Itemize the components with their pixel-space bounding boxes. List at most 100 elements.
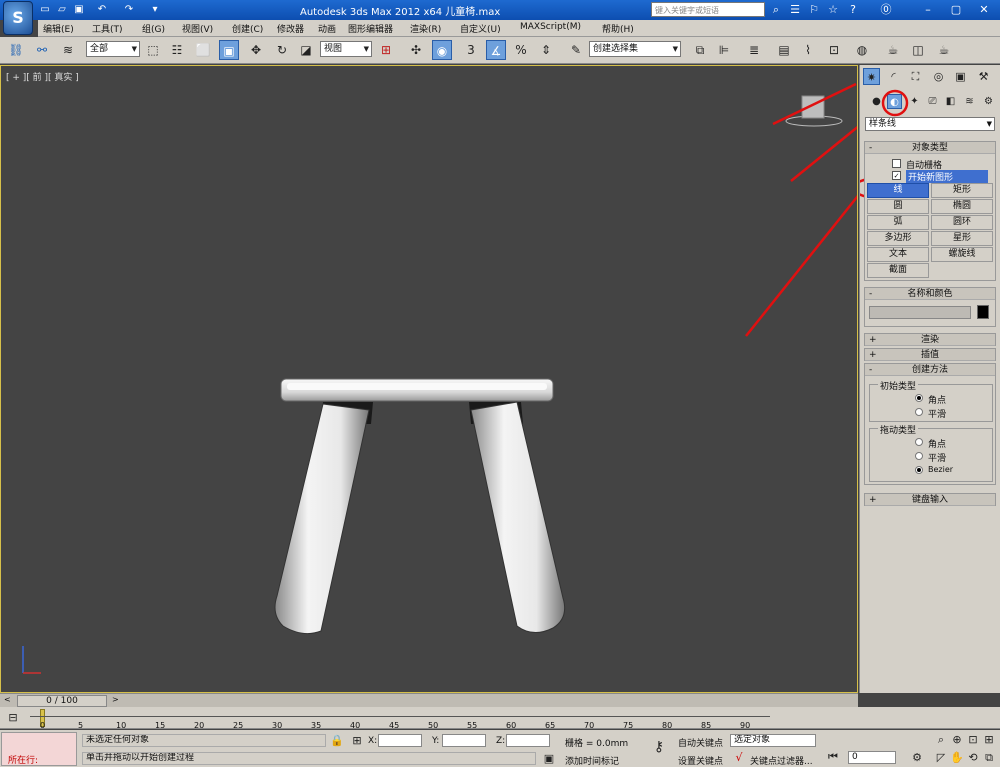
menu-edit[interactable]: 编辑(E) <box>43 22 74 35</box>
select-by-name-icon[interactable]: ☷ <box>167 40 187 60</box>
undo-icon[interactable]: ↶ <box>95 3 109 16</box>
autogrid-checkbox[interactable] <box>892 159 901 168</box>
named-selection-dropdown[interactable]: 创建选择集 <box>589 41 681 57</box>
layer-manager-icon[interactable]: ≣ <box>744 40 764 60</box>
set-key-button[interactable]: 设置关键点 <box>678 754 723 767</box>
interpolation-header[interactable]: + 插值 <box>865 349 995 361</box>
line-button[interactable]: 线 <box>867 183 929 198</box>
maximize-icon[interactable]: ▢ <box>948 2 964 17</box>
material-editor-icon[interactable]: ◍ <box>852 40 872 60</box>
zoom-icon[interactable]: ⌕ <box>934 733 948 747</box>
menu-tools[interactable]: 工具(T) <box>92 22 123 35</box>
schematic-view-icon[interactable]: ⊡ <box>824 40 844 60</box>
bind-space-warp-icon[interactable]: ≋ <box>58 40 78 60</box>
viewcube[interactable] <box>785 95 843 127</box>
pivot-center-icon[interactable]: ⊞ <box>376 40 396 60</box>
initial-corner-radio[interactable] <box>915 394 923 402</box>
circle-button[interactable]: 圆 <box>867 199 929 214</box>
render-production-icon[interactable]: ☕ <box>934 40 954 60</box>
communication-icon[interactable]: ⚐ <box>806 2 822 17</box>
time-tag-icon[interactable]: ▣ <box>542 752 556 766</box>
select-and-move-icon[interactable]: ✥ <box>246 40 266 60</box>
star-button[interactable]: 星形 <box>931 231 993 246</box>
graphite-ribbon-icon[interactable]: ▤ <box>774 40 794 60</box>
align-icon[interactable]: ⊫ <box>714 40 734 60</box>
new-file-icon[interactable]: ▭ <box>38 3 52 16</box>
field-of-view-icon[interactable]: ◸ <box>934 751 948 765</box>
menu-create[interactable]: 创建(C) <box>232 22 263 35</box>
creation-method-header[interactable]: - 创建方法 <box>865 364 995 376</box>
select-and-scale-icon[interactable]: ◪ <box>296 40 316 60</box>
shapes-icon[interactable]: ◐ <box>887 94 902 109</box>
orbit-icon[interactable]: ⟲ <box>966 751 980 765</box>
lights-icon[interactable]: ✦ <box>907 94 922 109</box>
window-crossing-icon[interactable]: ▣ <box>219 40 239 60</box>
spinner-snap-icon[interactable]: ⇕ <box>536 40 556 60</box>
menu-graph-editors[interactable]: 图形编辑器 <box>348 22 393 35</box>
add-time-tag[interactable]: 添加时间标记 <box>565 754 619 767</box>
angle-snap-icon[interactable]: ∡ <box>486 40 506 60</box>
zoom-extents-all-icon[interactable]: ⊞ <box>982 733 996 747</box>
pan-view-icon[interactable]: ✋ <box>950 751 964 765</box>
zoom-extents-icon[interactable]: ⊡ <box>966 733 980 747</box>
rectangle-button[interactable]: 矩形 <box>931 183 993 198</box>
object-type-header[interactable]: - 对象类型 <box>865 142 995 154</box>
menu-maxscript[interactable]: MAXScript(M) <box>520 22 581 32</box>
menu-customize[interactable]: 自定义(U) <box>460 22 501 35</box>
helix-button[interactable]: 螺旋线 <box>931 247 993 262</box>
menu-animation[interactable]: 动画 <box>318 22 336 35</box>
search-icon[interactable]: ⌕ <box>768 2 784 17</box>
snaps-toggle-icon[interactable]: 3 <box>461 40 481 60</box>
x-coordinate-field[interactable] <box>378 734 422 747</box>
select-object-icon[interactable]: ⬚ <box>143 40 163 60</box>
minimize-icon[interactable]: – <box>920 2 936 17</box>
initial-smooth-radio[interactable] <box>915 408 923 416</box>
favorites-icon[interactable]: ☆ <box>825 2 841 17</box>
modify-tab-icon[interactable]: ◜ <box>885 68 902 85</box>
unlink-icon[interactable]: ⚯ <box>32 40 52 60</box>
subscription-icon[interactable]: ☰ <box>787 2 803 17</box>
space-warps-icon[interactable]: ≋ <box>962 94 977 109</box>
menu-group[interactable]: 组(G) <box>142 22 165 35</box>
select-and-manipulate-icon[interactable]: ✣ <box>406 40 426 60</box>
mirror-icon[interactable]: ⧉ <box>690 40 710 60</box>
section-button[interactable]: 截面 <box>867 263 929 278</box>
set-key-icon[interactable]: ⚷ <box>648 740 670 754</box>
ngon-button[interactable]: 多边形 <box>867 231 929 246</box>
maxscript-listener[interactable]: 所在行: <box>1 732 77 766</box>
reference-coordinate-dropdown[interactable]: 视图 <box>320 41 372 57</box>
redo-icon[interactable]: ↷ <box>122 3 136 16</box>
help-icon[interactable]: ? <box>845 2 861 17</box>
rendered-frame-window-icon[interactable]: ◫ <box>908 40 928 60</box>
time-slider-next-icon[interactable]: > <box>112 695 119 704</box>
hierarchy-tab-icon[interactable]: ⛶ <box>907 68 924 85</box>
rendering-rollout[interactable]: + 渲染 <box>864 333 996 346</box>
mini-curve-editor-icon[interactable]: ⊟ <box>6 711 20 725</box>
curve-editor-icon[interactable]: ⌇ <box>798 40 818 60</box>
z-coordinate-field[interactable] <box>506 734 550 747</box>
start-new-shape-label[interactable]: 开始新图形 <box>906 170 988 183</box>
selection-filter-dropdown[interactable]: 全部 <box>86 41 140 57</box>
interpolation-rollout[interactable]: + 插值 <box>864 348 996 361</box>
drag-corner-radio[interactable] <box>915 438 923 446</box>
arc-button[interactable]: 弧 <box>867 215 929 230</box>
keyboard-entry-header[interactable]: + 键盘输入 <box>865 494 995 506</box>
ellipse-button[interactable]: 椭圆 <box>931 199 993 214</box>
rectangular-selection-icon[interactable]: ⬜ <box>193 40 213 60</box>
display-tab-icon[interactable]: ▣ <box>952 68 969 85</box>
save-file-icon[interactable]: ▣ <box>72 3 86 16</box>
stool-model[interactable] <box>274 378 566 635</box>
auto-key-button[interactable]: 自动关键点 <box>678 736 723 749</box>
motion-tab-icon[interactable]: ◎ <box>930 68 947 85</box>
key-filters-button[interactable]: 关键点过滤器... <box>750 754 813 767</box>
keyboard-entry-rollout[interactable]: + 键盘输入 <box>864 493 996 506</box>
drag-smooth-radio[interactable] <box>915 452 923 460</box>
go-to-start-icon[interactable]: ⏮ <box>826 750 840 764</box>
zoom-all-icon[interactable]: ⊕ <box>950 733 964 747</box>
time-slider-thumb[interactable]: 0 / 100 <box>17 695 107 707</box>
menu-help[interactable]: 帮助(H) <box>602 22 634 35</box>
menu-views[interactable]: 视图(V) <box>182 22 213 35</box>
select-and-rotate-icon[interactable]: ↻ <box>272 40 292 60</box>
help-search-input[interactable]: 键入关键字或短语 <box>651 2 765 17</box>
key-filters-icon[interactable]: √ <box>732 751 746 765</box>
